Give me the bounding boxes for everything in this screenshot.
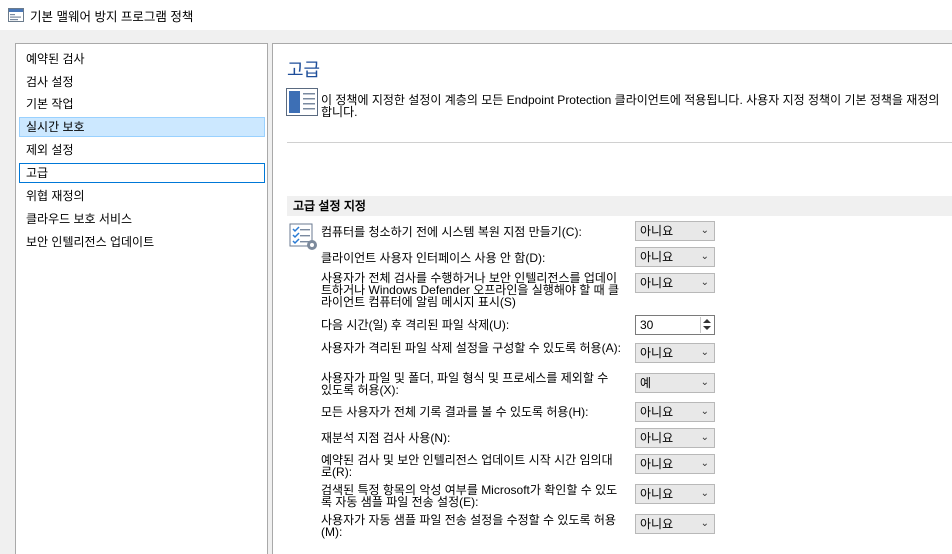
dropdown-value: 아니요 [640, 224, 674, 238]
dropdown-value: 아니요 [640, 457, 674, 471]
arrow-up-icon[interactable] [703, 319, 711, 323]
window-title: 기본 맬웨어 방지 프로그램 정책 [30, 10, 194, 24]
page-title: 고급 [287, 60, 321, 80]
chevron-down-icon: ⌄ [700, 277, 709, 288]
spinner-arrows[interactable] [700, 317, 713, 333]
dropdown-disable-client-ui[interactable]: 아니요 ⌄ [635, 247, 715, 267]
dropdown-user-exclusions[interactable]: 예 ⌄ [635, 373, 715, 393]
nav-item-security-intelligence-updates[interactable]: 보안 인텔리전스 업데이트 [19, 232, 265, 252]
policy-description: 이 정책에 지정한 설정이 계층의 모든 Endpoint Protection… [321, 93, 940, 119]
chevron-down-icon: ⌄ [700, 225, 709, 236]
setting-label-notification-message: 사용자가 전체 검사를 수행하거나 보안 인텔리전스를 업데이트하거나 Wind… [321, 271, 620, 309]
section-header: 고급 설정 지정 [287, 196, 952, 216]
chevron-down-icon: ⌄ [700, 458, 709, 469]
setting-label-delete-quarantine: 다음 시간(일) 후 격리된 파일 삭제(U): [321, 318, 510, 332]
setting-label-user-quarantine-settings: 사용자가 격리된 파일 삭제 설정을 구성할 수 있도록 허용(A): [321, 341, 621, 355]
policy-window-icon [8, 8, 24, 22]
nav-item-advanced[interactable]: 고급 [19, 163, 265, 183]
setting-label-restore-point: 컴퓨터를 청소하기 전에 시스템 복원 지점 만들기(C): [321, 225, 582, 239]
spinner-value: 30 [640, 318, 654, 332]
nav-item-real-time-protection[interactable]: 실시간 보호 [19, 117, 265, 137]
nav-item-scheduled-scans[interactable]: 예약된 검사 [19, 49, 265, 69]
dropdown-value: 아니요 [640, 250, 674, 264]
separator [287, 142, 952, 143]
dropdown-user-quarantine-settings[interactable]: 아니요 ⌄ [635, 343, 715, 363]
dropdown-notification-message[interactable]: 아니요 ⌄ [635, 273, 715, 293]
setting-label-view-history: 모든 사용자가 전체 기록 결과를 볼 수 있도록 허용(H): [321, 405, 589, 419]
chevron-down-icon: ⌄ [700, 377, 709, 388]
dropdown-value: 예 [640, 376, 652, 390]
chevron-down-icon: ⌄ [700, 251, 709, 262]
nav-item-scan-settings[interactable]: 검사 설정 [19, 72, 265, 92]
dropdown-user-modify-sample-submission[interactable]: 아니요 ⌄ [635, 514, 715, 534]
dropdown-restore-point[interactable]: 아니요 ⌄ [635, 221, 715, 241]
dropdown-reparse-point-scan[interactable]: 아니요 ⌄ [635, 428, 715, 448]
settings-checklist-icon [289, 223, 317, 250]
setting-label-reparse-point-scan: 재분석 지점 검사 사용(N): [321, 431, 451, 445]
chevron-down-icon: ⌄ [700, 488, 709, 499]
setting-label-disable-client-ui: 클라이언트 사용자 인터페이스 사용 안 함(D): [321, 251, 546, 265]
dropdown-value: 아니요 [640, 487, 674, 501]
nav-item-threat-overrides[interactable]: 위협 재정의 [19, 186, 265, 206]
setting-label-user-exclusions: 사용자가 파일 및 폴더, 파일 형식 및 프로세스를 제외할 수 있도록 허용… [321, 371, 609, 397]
chevron-down-icon: ⌄ [700, 347, 709, 358]
title-bar: 기본 맬웨어 방지 프로그램 정책 [0, 0, 952, 30]
setting-label-randomize-start-time: 예약된 검사 및 보안 인텔리전스 업데이트 시작 시간 임의대로(R): [321, 453, 613, 479]
nav-item-default-actions[interactable]: 기본 작업 [19, 94, 265, 114]
dropdown-view-history[interactable]: 아니요 ⌄ [635, 402, 715, 422]
nav-item-exclusion-settings[interactable]: 제외 설정 [19, 140, 265, 160]
arrow-down-icon[interactable] [703, 326, 711, 330]
dropdown-value: 아니요 [640, 517, 674, 531]
dropdown-value: 아니요 [640, 405, 674, 419]
spinner-delete-quarantine-days[interactable]: 30 [635, 315, 715, 335]
chevron-down-icon: ⌄ [700, 518, 709, 529]
dropdown-randomize-start-time[interactable]: 아니요 ⌄ [635, 454, 715, 474]
content-panel: 고급 이 정책에 지정한 설정이 계층의 모든 Endpoint Protect… [272, 43, 952, 554]
setting-label-auto-sample-submission: 검색된 특정 항목의 악성 여부를 Microsoft가 확인할 수 있도록 자… [321, 483, 618, 509]
dropdown-value: 아니요 [640, 346, 674, 360]
nav-panel: 예약된 검사 검사 설정 기본 작업 실시간 보호 제외 설정 고급 위협 재정… [15, 43, 268, 554]
dropdown-value: 아니요 [640, 431, 674, 445]
setting-label-user-modify-sample-submission: 사용자가 자동 샘플 파일 전송 설정을 수정할 수 있도록 허용(M): [321, 513, 616, 539]
chevron-down-icon: ⌄ [700, 406, 709, 417]
dropdown-auto-sample-submission[interactable]: 아니요 ⌄ [635, 484, 715, 504]
chevron-down-icon: ⌄ [700, 432, 709, 443]
nav-item-cloud-protection[interactable]: 클라우드 보호 서비스 [19, 209, 265, 229]
dropdown-value: 아니요 [640, 276, 674, 290]
policy-info-icon [286, 88, 318, 116]
